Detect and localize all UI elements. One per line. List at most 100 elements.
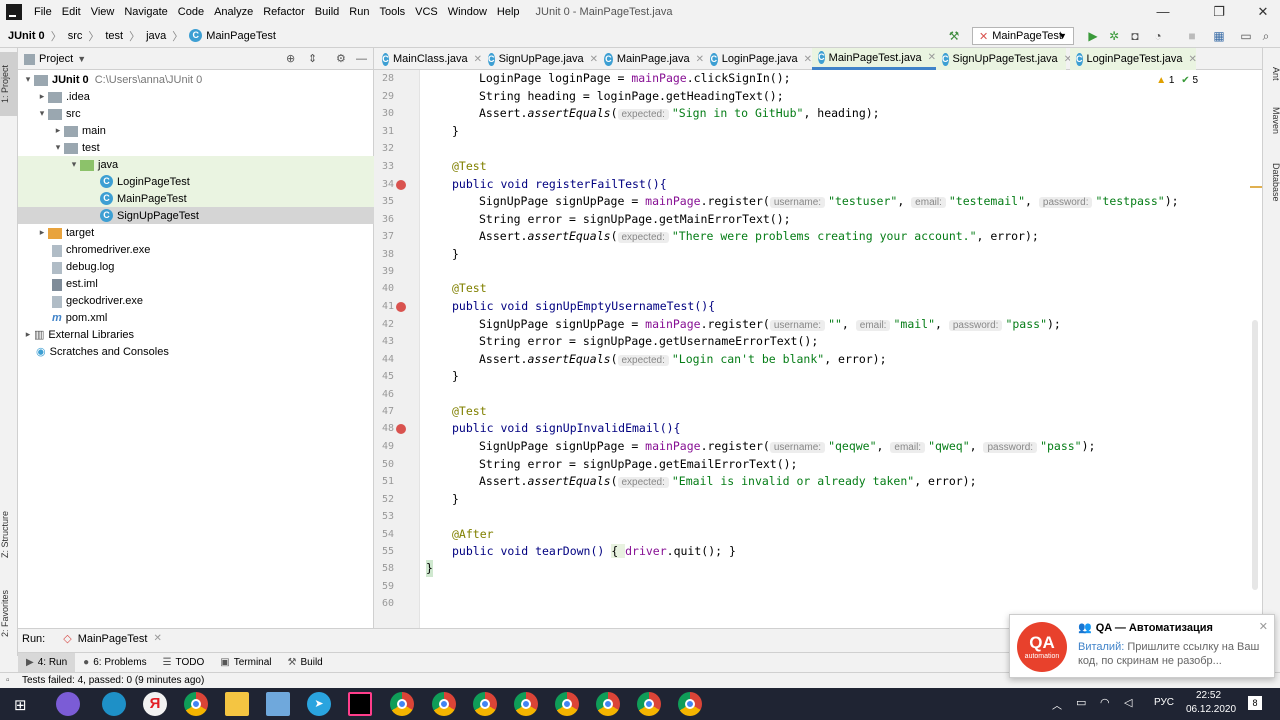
windows-start-icon[interactable]: ⊞ <box>14 696 27 714</box>
run-test-icon[interactable] <box>396 180 406 190</box>
minimize-icon[interactable]: — <box>1140 0 1186 24</box>
menu-refactor[interactable]: Refactor <box>259 6 311 18</box>
menu-analyze[interactable]: Analyze <box>210 6 259 18</box>
network-icon[interactable]: ▭ <box>1076 696 1086 709</box>
chrome-icon[interactable] <box>678 692 702 716</box>
tree-item-debug-log[interactable]: debug.log <box>18 258 374 275</box>
chrome-icon[interactable] <box>432 692 456 716</box>
maven-tool-tab[interactable]: Maven <box>1263 98 1280 144</box>
breadcrumb-java[interactable]: java <box>146 30 166 42</box>
chevron-down-icon[interactable]: ▼ <box>77 54 86 64</box>
close-icon[interactable]: ✕ <box>696 54 704 65</box>
menu-help[interactable]: Help <box>493 6 526 18</box>
chrome-icon[interactable] <box>555 692 579 716</box>
tree-item-chromedriver[interactable]: chromedriver.exe <box>18 241 374 258</box>
breadcrumb-file[interactable]: MainPageTest <box>206 30 276 42</box>
close-icon[interactable]: ✕ <box>153 633 161 644</box>
run-tool-button[interactable]: ▶ 4: Run <box>18 652 76 673</box>
tab-mainpagetest[interactable]: C MainPageTest.java ✕ <box>812 48 936 70</box>
ant-tool-tab[interactable]: Ant <box>1263 54 1280 94</box>
menu-file[interactable]: File <box>30 6 58 18</box>
hide-icon[interactable]: — <box>356 53 367 65</box>
notification-popup[interactable]: QA automation 👥 QA — Автоматизация Витали… <box>1009 614 1275 678</box>
notification-center-badge[interactable]: 8 <box>1248 696 1262 710</box>
chrome-icon[interactable] <box>514 692 538 716</box>
project-tool-tab[interactable]: 1: Project <box>0 52 18 116</box>
chrome-icon[interactable] <box>390 692 414 716</box>
tree-item-src[interactable]: ▾ src <box>18 105 374 122</box>
tree-item-test[interactable]: ▾ test <box>18 139 374 156</box>
tree-item-signuppagetest[interactable]: C SignUpPageTest <box>18 207 374 224</box>
tree-item-idea[interactable]: ▸ .idea <box>18 88 374 105</box>
breadcrumb-test[interactable]: test <box>105 30 123 42</box>
menu-window[interactable]: Window <box>444 6 493 18</box>
terminal-tool-button[interactable]: ▣ Terminal <box>212 653 279 673</box>
project-panel-title[interactable]: Project <box>39 53 73 65</box>
tab-signuppagetest[interactable]: C SignUpPageTest.java ✕ <box>936 48 1072 70</box>
build-hammer-icon[interactable]: ⚒ <box>946 28 962 44</box>
debug-icon[interactable]: ✲ <box>1106 28 1122 44</box>
run-config-tab[interactable]: MainPageTest <box>78 633 148 645</box>
build-tool-button[interactable]: ⚒ Build <box>280 653 331 673</box>
app-icon[interactable] <box>56 692 80 716</box>
tree-item-project-root[interactable]: ▾ JUnit 0 C:\Users\anna\JUnit 0 <box>18 71 374 88</box>
chrome-icon[interactable] <box>637 692 661 716</box>
tab-mainclass[interactable]: C MainClass.java ✕ <box>376 48 482 70</box>
database-tool-tab[interactable]: Database <box>1263 152 1280 212</box>
clock-date[interactable]: 06.12.2020 <box>1186 704 1236 715</box>
search-everywhere-icon[interactable]: ⌕ <box>1258 28 1274 44</box>
todo-tool-button[interactable]: ☰ TODO <box>155 653 213 673</box>
chevron-up-icon[interactable]: ︿ <box>1052 697 1062 712</box>
run-config-select[interactable]: ✕ MainPageTest ▼ <box>972 27 1074 45</box>
menu-run[interactable]: Run <box>345 6 375 18</box>
close-icon[interactable]: ✕ <box>1189 54 1197 65</box>
menu-build[interactable]: Build <box>311 6 345 18</box>
tree-item-scratches[interactable]: ◉ Scratches and Consoles <box>18 343 374 360</box>
close-icon[interactable]: ✕ <box>1259 620 1268 633</box>
tab-loginpagetest[interactable]: C LoginPageTest.java ✕ <box>1070 48 1197 70</box>
stop-icon[interactable]: ■ <box>1184 28 1200 44</box>
close-icon[interactable]: ✕ <box>1240 0 1280 24</box>
tab-loginpage[interactable]: C LoginPage.java ✕ <box>704 48 812 70</box>
volume-icon[interactable]: ◁ <box>1124 696 1132 709</box>
close-icon[interactable]: ✕ <box>474 54 482 65</box>
run-test-icon[interactable] <box>396 302 406 312</box>
restore-icon[interactable]: ❐ <box>1196 0 1242 24</box>
telegram-icon[interactable]: ➤ <box>307 692 331 716</box>
close-icon[interactable]: ✕ <box>804 54 812 65</box>
menu-code[interactable]: Code <box>174 6 210 18</box>
file-explorer-icon[interactable] <box>225 692 249 716</box>
gear-icon[interactable]: ⚙ <box>336 52 346 65</box>
coverage-icon[interactable]: ◘ <box>1127 28 1143 44</box>
project-structure-icon[interactable]: ▦ <box>1211 28 1227 44</box>
chrome-icon[interactable] <box>596 692 620 716</box>
problems-tool-button[interactable]: ● 6: Problems <box>75 653 154 673</box>
tree-item-external-libraries[interactable]: ▸ ▥ External Libraries <box>18 326 374 343</box>
tree-item-target[interactable]: ▸ target <box>18 224 374 241</box>
tab-signuppage[interactable]: C SignUpPage.java ✕ <box>482 48 598 70</box>
run-icon[interactable]: ▶ <box>1085 28 1101 44</box>
menu-tools[interactable]: Tools <box>375 6 411 18</box>
profiler-icon[interactable]: ◔ <box>1150 28 1166 44</box>
favorites-tool-tab[interactable]: 2: Favorites <box>0 578 18 648</box>
tree-item-loginpagetest[interactable]: C LoginPageTest <box>18 173 374 190</box>
close-icon[interactable]: ✕ <box>590 54 598 65</box>
menu-vcs[interactable]: VCS <box>411 6 444 18</box>
wifi-icon[interactable]: ◠ <box>1100 696 1110 709</box>
language-indicator[interactable]: РУС <box>1154 697 1174 708</box>
chrome-icon[interactable] <box>473 692 497 716</box>
code-editor[interactable]: 28 29 30 31 32 33 34 35 36 37 38 39 40 41 42 43 44 45 46 47… <box>374 70 1262 628</box>
clock-time[interactable]: 22:52 <box>1196 690 1221 701</box>
editor-scrollbar[interactable] <box>1252 320 1258 590</box>
yandex-icon[interactable]: Я <box>143 692 167 716</box>
menu-navigate[interactable]: Navigate <box>120 6 173 18</box>
tree-item-geckodriver[interactable]: geckodriver.exe <box>18 292 374 309</box>
app-icon[interactable] <box>266 692 290 716</box>
run-test-icon[interactable] <box>396 424 406 434</box>
structure-tool-tab[interactable]: Z: Structure <box>0 504 18 564</box>
frame-icon[interactable]: ▭ <box>1238 28 1254 44</box>
close-icon[interactable]: ✕ <box>928 52 936 63</box>
inspection-widget[interactable]: ▲ 1 ✔ 5 <box>1156 75 1198 86</box>
intellij-icon[interactable] <box>348 692 372 716</box>
tree-item-pom[interactable]: m pom.xml <box>18 309 374 326</box>
